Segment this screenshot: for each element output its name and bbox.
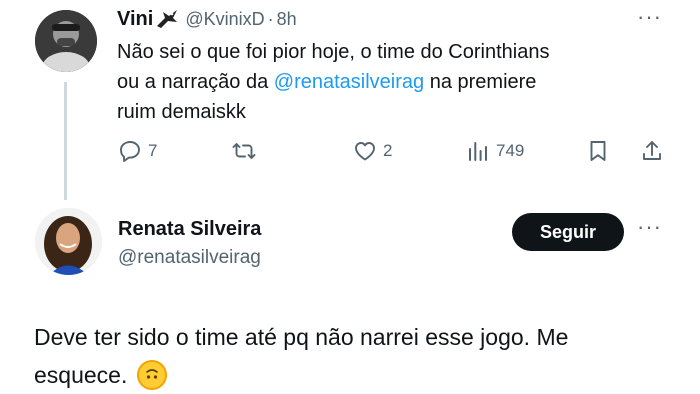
share-icon <box>643 141 661 160</box>
tweet-1[interactable]: Vini @KvinixD · 8h ··· Não sei o que foi… <box>0 0 700 200</box>
tweet-2-author-handle[interactable]: @renatasilveirag <box>118 247 261 269</box>
like-count: 2 <box>383 141 393 160</box>
tweet-2-more-options-icon[interactable]: ··· <box>637 216 662 238</box>
upside-down-face-icon <box>137 360 168 390</box>
reply-count: 7 <box>148 141 158 160</box>
tweet-1-body: Não sei o que foi pior hoje, o time do C… <box>117 37 677 127</box>
tweet-1-line-1: Não sei o que foi pior hoje, o time do C… <box>117 41 550 63</box>
views-chart-icon <box>469 142 487 161</box>
retweet-button[interactable] <box>232 139 262 163</box>
author-name[interactable]: Vini <box>117 8 153 31</box>
avatar-vini[interactable] <box>35 10 97 72</box>
more-options-icon[interactable]: ··· <box>637 6 662 28</box>
views-button[interactable]: 749 <box>466 139 524 163</box>
bookmark-icon <box>590 141 606 161</box>
bird-emoji-icon <box>155 8 179 30</box>
tweet-1-header: Vini @KvinixD · 8h <box>117 6 297 32</box>
tweet-2-author-name[interactable]: Renata Silveira <box>118 218 261 241</box>
tweet-1-line-2-prefix: ou a narração da <box>117 71 274 93</box>
tweet-1-line-3: ruim demaiskk <box>117 101 246 123</box>
tweet-1-line-2: ou a narração da @renatasilveirag na pre… <box>117 67 677 97</box>
follow-button[interactable]: Seguir <box>512 213 624 251</box>
like-button[interactable]: 2 <box>353 139 392 163</box>
views-count: 749 <box>496 141 525 160</box>
avatar-vini-image <box>35 10 97 72</box>
separator: · <box>267 8 274 29</box>
tweet-1-line-2-suffix: na premiere <box>424 71 537 93</box>
heart-icon <box>355 142 375 161</box>
author-handle[interactable]: @KvinixD <box>185 9 264 30</box>
bookmark-button[interactable] <box>586 139 610 163</box>
avatar-renata[interactable] <box>35 208 102 275</box>
share-button[interactable] <box>640 139 664 163</box>
tweet-2[interactable]: Renata Silveira @renatasilveirag Seguir … <box>0 200 700 393</box>
reply-button[interactable]: 7 <box>118 139 157 163</box>
reply-icon <box>120 141 140 162</box>
tweet-2-line-2-row: esquece. <box>34 356 684 394</box>
tweet-2-line-2: esquece. <box>34 362 128 388</box>
timestamp[interactable]: 8h <box>277 9 297 30</box>
thread-line <box>64 82 67 200</box>
mention-link[interactable]: @renatasilveirag <box>274 71 424 93</box>
tweet-2-line-1: Deve ter sido o time até pq não narrei e… <box>34 324 569 350</box>
avatar-renata-image <box>35 208 102 275</box>
retweet-icon <box>232 143 256 159</box>
tweet-2-body: Deve ter sido o time até pq não narrei e… <box>34 318 684 394</box>
